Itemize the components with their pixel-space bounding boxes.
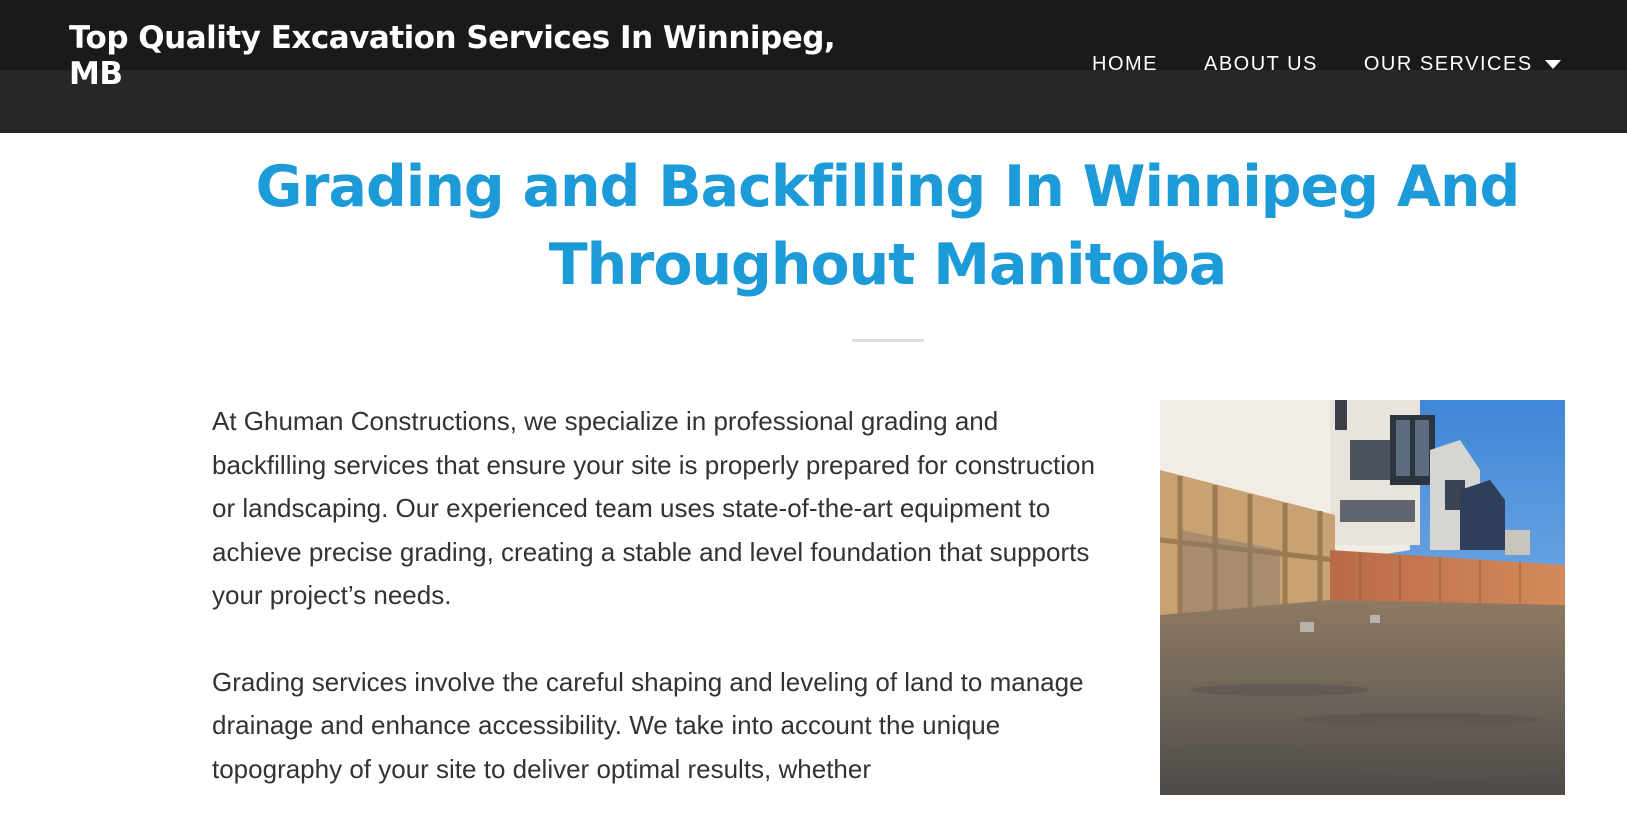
nav-our-services-label: OUR SERVICES (1363, 53, 1533, 75)
heading-divider (852, 339, 924, 342)
page-title: Grading and Backfilling In Winnipeg And … (255, 154, 1521, 298)
site-header: Top Quality Excavation Services In Winni… (0, 0, 1627, 133)
grading-paragraph: Grading services involve the careful sha… (212, 666, 1084, 784)
main-content: At Ghuman Constructions, we specialize i… (212, 400, 1102, 825)
nav-our-services[interactable]: OUR SERVICES (1364, 53, 1561, 76)
caret-down-icon[interactable] (1544, 60, 1561, 69)
construction-site-photo (1160, 400, 1565, 795)
nav-home[interactable]: HOME (1092, 53, 1158, 76)
nav-about-us[interactable]: ABOUT US (1204, 53, 1318, 76)
intro-paragraph: At Ghuman Constructions, we specialize i… (212, 406, 1095, 610)
site-title[interactable]: Top Quality Excavation Services In Winni… (69, 20, 849, 92)
main-nav: HOME ABOUT US OUR SERVICES (1092, 53, 1561, 76)
